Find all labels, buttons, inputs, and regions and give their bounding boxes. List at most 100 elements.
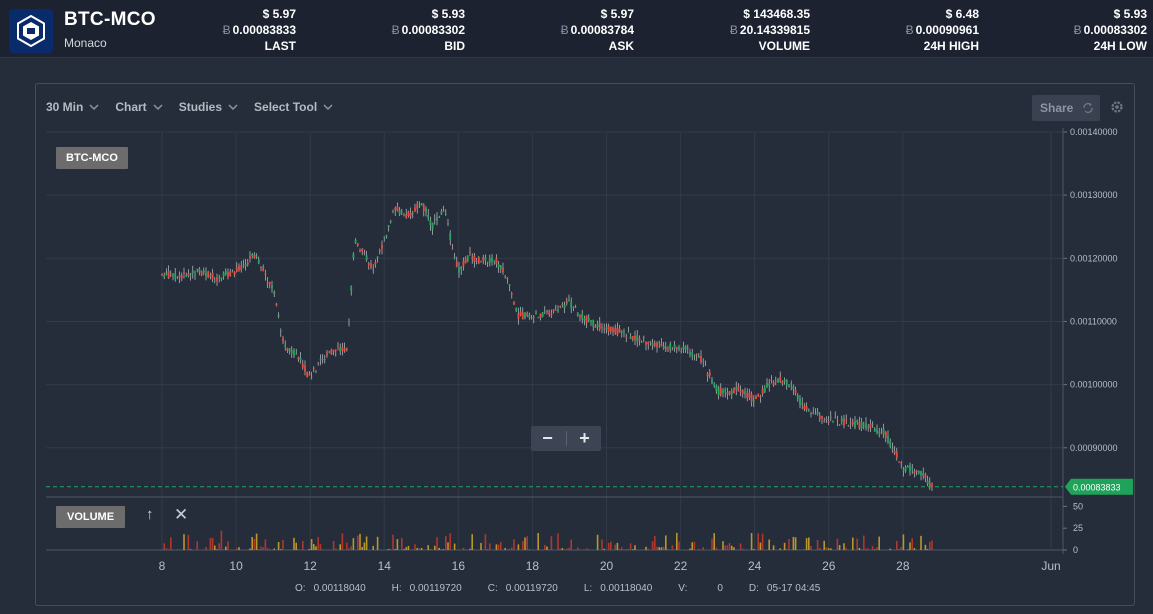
candle-down: [741, 390, 744, 394]
symbol-badge: BTC-MCO: [56, 147, 128, 169]
x-tick-label: 18: [526, 559, 540, 573]
candle-up: [627, 331, 630, 333]
volume-bar: [761, 533, 764, 550]
candle-down: [229, 272, 232, 277]
candle-down: [803, 405, 806, 410]
candle-up: [185, 275, 188, 277]
candle-down: [513, 301, 515, 305]
candle-down: [612, 328, 614, 333]
volume-bar: [625, 549, 627, 550]
candle-up: [257, 259, 260, 264]
select-tool-label: Select Tool: [254, 100, 318, 114]
candle-up: [209, 274, 212, 277]
volume-bar: [889, 548, 891, 550]
candle-down: [849, 422, 852, 424]
price-chart[interactable]: 8 10 12 14 16 18 20 22 24 26 28 Jun 0.00140000 0.0013…: [36, 84, 1136, 607]
volume-bar: [665, 535, 667, 550]
volume-bar: [346, 542, 348, 550]
candle-up: [436, 216, 438, 221]
volume-bar: [711, 538, 713, 550]
candle-up: [224, 270, 227, 275]
candle-up: [669, 343, 672, 350]
volume-tick-label: 0: [1073, 545, 1078, 555]
volume-bar: [165, 548, 168, 550]
candle-down: [161, 274, 163, 275]
candle-down: [827, 420, 830, 423]
candle-down: [843, 418, 845, 426]
chart-type-dropdown[interactable]: Chart: [115, 100, 163, 114]
volume-bar: [453, 543, 456, 550]
candle-down: [519, 311, 522, 316]
candle-up: [427, 214, 430, 219]
candle-down: [409, 212, 412, 217]
volume-bar: [827, 548, 830, 550]
candle-up: [191, 270, 194, 274]
candle-up: [568, 299, 570, 302]
candle-up: [911, 468, 914, 469]
volume-bar: [264, 539, 267, 550]
volume-bar: [577, 547, 579, 550]
volume-bar: [911, 538, 913, 550]
gear-icon[interactable]: [1110, 100, 1124, 114]
candle-down: [275, 303, 278, 306]
stat-label: ASK: [608, 39, 634, 53]
volume-bar: [717, 549, 720, 550]
candle-down: [282, 338, 284, 342]
select-tool-dropdown[interactable]: Select Tool: [254, 100, 333, 114]
candle-down: [759, 396, 762, 398]
zoom-out-button[interactable]: −: [533, 428, 563, 449]
volume-bar: [359, 533, 361, 550]
volume-bar: [357, 535, 359, 550]
candle-down: [928, 482, 931, 487]
share-button[interactable]: Share: [1032, 95, 1100, 121]
candle-down: [486, 261, 489, 263]
candle-up: [447, 222, 449, 225]
candle-down: [414, 207, 416, 212]
volume-bar: [913, 548, 916, 550]
volume-bar: [713, 533, 715, 550]
candle-up: [711, 379, 713, 384]
close-icon[interactable]: ✕: [174, 505, 188, 525]
volume-bar: [896, 540, 898, 550]
volume-bar: [548, 549, 550, 550]
candle-up: [854, 421, 856, 428]
volume-bar: [416, 548, 418, 550]
candle-up: [926, 480, 929, 485]
move-up-icon[interactable]: ↑: [146, 506, 154, 523]
volume-bar: [819, 547, 821, 550]
volume-bar: [676, 532, 678, 550]
candle-down: [695, 354, 698, 356]
candle-up: [777, 379, 779, 383]
volume-bar: [647, 548, 649, 550]
candle-up: [299, 358, 302, 360]
candle-up: [339, 347, 342, 352]
candle-up: [717, 387, 720, 396]
candle-up: [319, 359, 322, 361]
volume-bar: [500, 541, 502, 550]
volume-bar: [218, 543, 220, 550]
volume-bar: [689, 548, 691, 550]
volume-bar: [616, 542, 619, 550]
volume-bar: [537, 533, 539, 550]
volume-bar: [418, 548, 421, 550]
zoom-in-button[interactable]: +: [570, 428, 600, 449]
candle-down: [750, 393, 753, 402]
candle-up: [682, 346, 685, 349]
candle-up: [488, 257, 491, 263]
x-tick-label: 10: [229, 559, 243, 573]
candle-down: [625, 336, 628, 338]
volume-bar: [339, 544, 341, 550]
candle-down: [231, 271, 234, 273]
volume-bar: [601, 539, 603, 550]
volume-bar: [702, 547, 704, 550]
volume-bar: [522, 541, 524, 550]
candle-up: [279, 330, 282, 333]
candle-down: [495, 258, 498, 264]
candle-up: [829, 416, 832, 418]
volume-bar: [258, 549, 260, 550]
interval-dropdown[interactable]: 30 Min: [46, 100, 99, 114]
volume-bar: [335, 548, 337, 550]
volume-bar: [863, 535, 865, 550]
volume-bar: [440, 549, 443, 550]
studies-dropdown[interactable]: Studies: [179, 100, 238, 114]
